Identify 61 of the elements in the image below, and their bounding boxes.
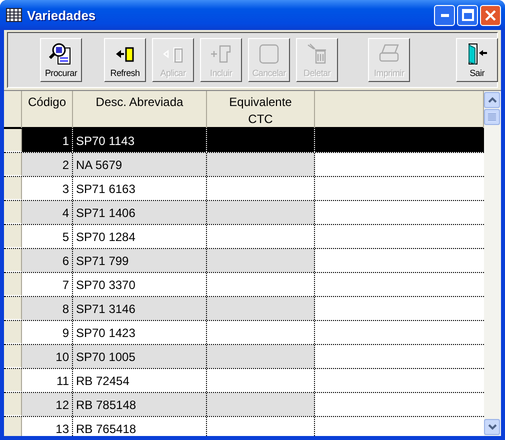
table-cell: RB 785148 — [73, 393, 207, 416]
table-cell: 10 — [22, 345, 73, 368]
window-title: Variedades — [27, 8, 97, 22]
minimize-icon — [440, 14, 448, 16]
table-cell: 9 — [22, 321, 73, 344]
row-header[interactable] — [4, 417, 22, 436]
row-header[interactable] — [4, 129, 22, 152]
column-header[interactable]: Código — [28, 94, 66, 111]
row-header[interactable] — [4, 345, 22, 368]
table-cell: SP71 799 — [73, 249, 207, 272]
refresh-button[interactable]: Refresh — [104, 38, 146, 82]
row-header[interactable] — [4, 321, 22, 344]
table-cell: SP70 1284 — [73, 225, 207, 248]
table-cell: SP70 1143 — [73, 129, 207, 152]
exit-button[interactable]: Sair — [456, 38, 498, 82]
table-cell: 1 — [22, 129, 73, 152]
table-cell: 7 — [22, 273, 73, 296]
table-cell: 12 — [22, 393, 73, 416]
table-cell: SP71 3146 — [73, 297, 207, 320]
table-cell: SP70 1423 — [73, 321, 207, 344]
row-header[interactable] — [4, 201, 22, 224]
row-header[interactable] — [4, 369, 22, 392]
scroll-down-icon — [488, 424, 496, 430]
scrollbar[interactable] — [484, 91, 501, 436]
row-header[interactable] — [4, 225, 22, 248]
table-icon — [6, 8, 22, 22]
table-cell: 2 — [22, 153, 73, 176]
row-header[interactable] — [4, 297, 22, 320]
close-button[interactable] — [480, 4, 501, 26]
row-header[interactable] — [4, 273, 22, 296]
table-cell: 5 — [22, 225, 73, 248]
scroll-up-icon — [488, 97, 496, 103]
table-cell: 11 — [22, 369, 73, 392]
table-cell: SP71 1406 — [73, 201, 207, 224]
table-cell: 6 — [22, 249, 73, 272]
maximize-button[interactable] — [457, 4, 478, 26]
selected-row[interactable]: 1 SP70 1143 — [4, 129, 484, 153]
trash-can-icon — [305, 42, 329, 66]
table-cell: SP70 1005 — [73, 345, 207, 368]
row-header[interactable] — [4, 153, 22, 176]
square-icon — [257, 42, 281, 66]
scroll-thumb-grip-icon — [488, 113, 496, 121]
table-cell: 13 — [22, 417, 73, 436]
column-header[interactable]: Equivalente CTC — [223, 94, 298, 128]
table-cell: 8 — [22, 297, 73, 320]
table-cell: RB 765418 — [73, 417, 207, 436]
close-icon — [485, 10, 496, 20]
maximize-icon — [462, 9, 474, 21]
table-cell: 3 — [22, 177, 73, 200]
table-cell: 4 — [22, 201, 73, 224]
magnifier-document-icon — [49, 42, 73, 66]
table-cell: NA 5679 — [73, 153, 207, 176]
minimize-button[interactable] — [434, 4, 455, 26]
row-header[interactable] — [4, 177, 22, 200]
row-header[interactable] — [4, 249, 22, 272]
table-cell: SP71 6163 — [73, 177, 207, 200]
table-cell: SP70 3370 — [73, 273, 207, 296]
search-button[interactable]: Procurar — [40, 38, 82, 82]
column-header[interactable]: Desc. Abreviada — [96, 94, 184, 111]
table-cell: RB 72454 — [73, 369, 207, 392]
row-header[interactable] — [4, 393, 22, 416]
